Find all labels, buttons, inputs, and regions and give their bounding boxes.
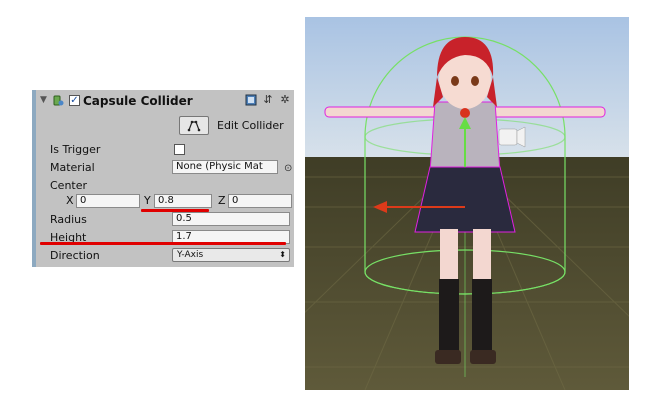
highlight-underline-center-y	[141, 209, 209, 212]
enable-checkbox[interactable]: ✓	[69, 95, 80, 106]
radius-field[interactable]: 0.5	[172, 212, 290, 226]
component-title: Capsule Collider	[83, 94, 193, 108]
gear-icon[interactable]: ✲	[279, 94, 291, 106]
direction-label: Direction	[50, 249, 100, 262]
center-z-field[interactable]: 0	[228, 194, 292, 208]
center-y-label: Y	[144, 194, 151, 207]
camera-icon	[498, 126, 526, 148]
direction-value: Y-Axis	[177, 250, 204, 260]
preset-icon[interactable]: ⇵	[262, 94, 274, 106]
component-icon	[53, 95, 64, 106]
center-x-field[interactable]: 0	[76, 194, 140, 208]
scene-canvas	[305, 17, 629, 390]
inspector-panel: ▼ ✓ Capsule Collider ⇵ ✲ Edit Collider I…	[32, 90, 294, 267]
center-y-field[interactable]: 0.8	[154, 194, 212, 208]
direction-dropdown[interactable]: Y-Axis ⬍	[172, 248, 290, 262]
component-header[interactable]: ▼ ✓ Capsule Collider ⇵ ✲	[36, 90, 294, 112]
book-icon[interactable]	[245, 94, 257, 106]
scene-view[interactable]	[305, 17, 629, 390]
material-label: Material	[50, 161, 95, 174]
material-field[interactable]: None (Physic Mat	[172, 160, 278, 174]
center-x-label: X	[66, 194, 74, 207]
edit-collider-button[interactable]	[179, 116, 209, 135]
highlight-underline-height	[40, 242, 286, 245]
foldout-arrow-icon[interactable]: ▼	[40, 95, 47, 105]
center-label: Center	[50, 179, 88, 192]
object-picker-icon[interactable]: ⊙	[284, 163, 292, 174]
is-trigger-checkbox[interactable]	[174, 144, 185, 155]
edit-collider-label: Edit Collider	[217, 119, 284, 132]
edit-collider-icon	[187, 120, 201, 132]
radius-label: Radius	[50, 213, 87, 226]
is-trigger-label: Is Trigger	[50, 143, 101, 156]
center-z-label: Z	[218, 194, 226, 207]
dropdown-arrow-icon: ⬍	[279, 250, 286, 259]
